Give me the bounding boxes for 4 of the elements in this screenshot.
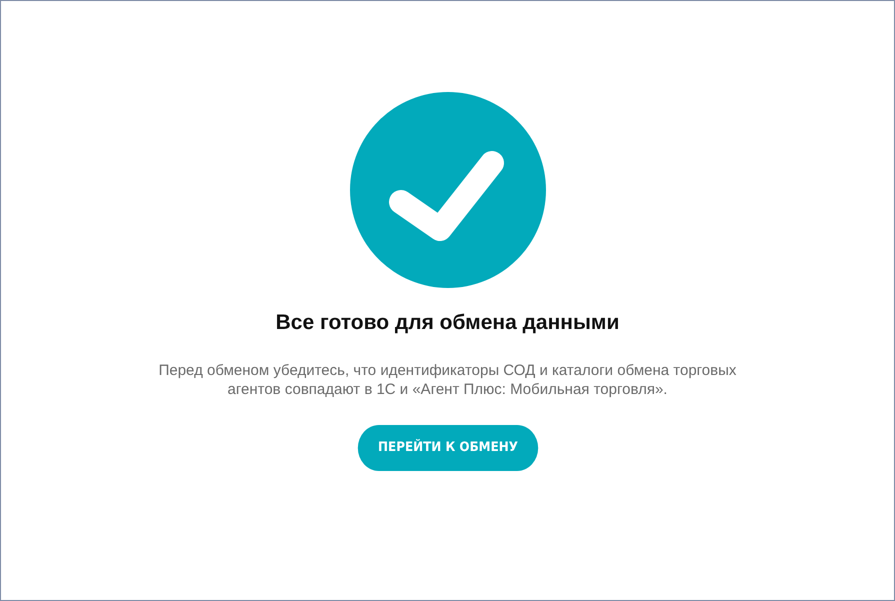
message-text: Перед обменом убедитесь, что идентификаторы СОД и каталоги обмена торговых агентов совпадают в 1С и «Агент Плюс: Мобильная торговля». — [158, 361, 738, 400]
heading: Все готово для обмена данными — [276, 310, 620, 336]
exchange-button[interactable]: ПЕРЕЙТИ К ОБМЕНУ — [357, 425, 538, 472]
checkmark-icon — [350, 92, 546, 288]
